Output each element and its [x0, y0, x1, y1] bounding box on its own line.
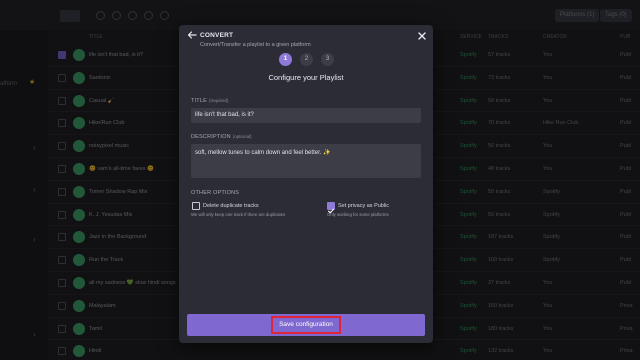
delete-duplicates-label[interactable]: Delete duplicate tracks [203, 203, 259, 209]
description-field-label: DESCRIPTION (optional) [191, 134, 252, 140]
title-field-label: TITLE (required) [191, 98, 229, 104]
convert-modal: CONVERT Convert/Transfer a playlist to a… [179, 25, 433, 343]
step-3[interactable]: 3 [321, 53, 334, 66]
save-bar[interactable]: Save configuration [187, 314, 425, 336]
modal-title: CONVERT [200, 32, 234, 39]
public-privacy-checkbox[interactable] [327, 202, 335, 214]
section-title: Configure your Playlist [268, 73, 344, 82]
description-input[interactable]: soft, mellow tunes to calm down and feel… [191, 144, 421, 178]
step-2[interactable]: 2 [300, 53, 313, 66]
description-label-text: DESCRIPTION [191, 134, 231, 140]
modal-subtitle: Convert/Transfer a playlist to a given p… [200, 42, 311, 48]
title-input[interactable]: life isn't that bad, is it? [191, 108, 421, 123]
public-privacy-description: Only working for some platforms [327, 212, 389, 217]
other-options-label: OTHER OPTIONS [191, 190, 240, 196]
save-configuration-button[interactable]: Save configuration [271, 316, 341, 334]
step-indicator: 1 2 3 [279, 53, 335, 67]
delete-duplicates-description: We will only keep one track if there are… [191, 212, 286, 217]
back-arrow-icon[interactable] [187, 30, 197, 40]
public-privacy-label[interactable]: Set privacy as Public [338, 203, 389, 209]
step-1[interactable]: 1 [279, 53, 292, 66]
optional-hint: (optional) [232, 134, 252, 139]
close-icon[interactable] [418, 32, 426, 40]
required-hint: (required) [208, 98, 229, 103]
delete-duplicates-checkbox[interactable] [192, 202, 200, 210]
title-label-text: TITLE [191, 98, 207, 104]
